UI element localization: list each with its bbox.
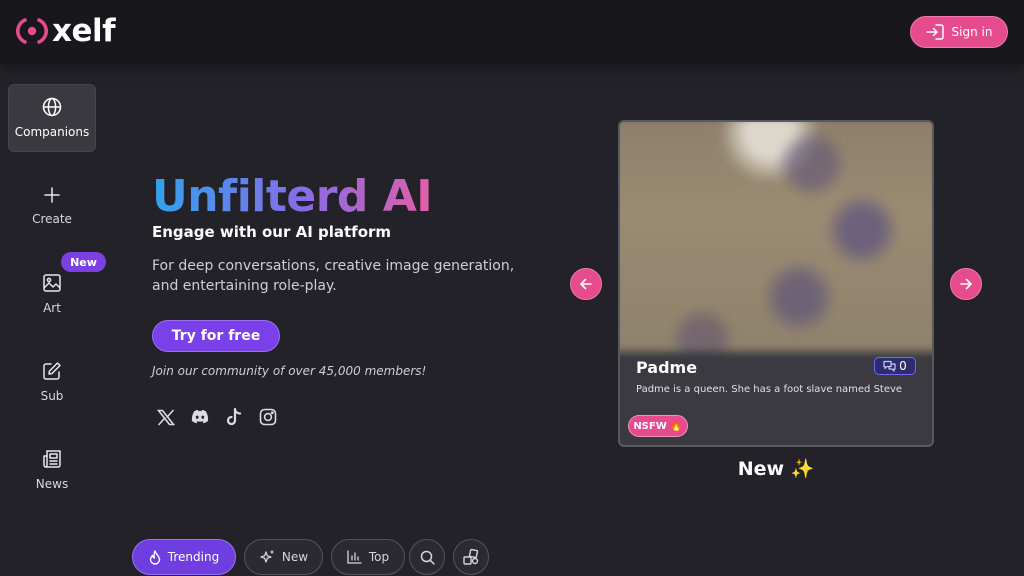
nsfw-tag: NSFW 🔥 [628, 415, 688, 437]
image-icon [43, 274, 61, 292]
arrow-left-icon [580, 278, 592, 290]
sidebar-item-label: News [35, 477, 69, 491]
message-count-badge: 0 [874, 357, 916, 375]
top-header: xelf Sign in [0, 0, 1024, 64]
brand-name: xelf [52, 13, 116, 49]
tab-label: Trending [167, 550, 220, 564]
flame-icon [149, 549, 160, 565]
sign-in-icon [925, 24, 944, 40]
logo-icon [16, 18, 48, 44]
carousel-section-label: New ✨ [737, 458, 815, 480]
plus-icon [44, 187, 60, 203]
tiktok-icon[interactable] [224, 407, 244, 427]
sidebar-item-create[interactable]: Create [8, 172, 96, 240]
new-badge: New [61, 252, 106, 272]
newspaper-icon [43, 450, 61, 468]
carousel-prev-button[interactable] [570, 268, 602, 300]
carousel-next-button[interactable] [950, 268, 982, 300]
companion-card[interactable]: Padme 0 Padme is a queen. She has a foot… [618, 120, 934, 447]
discord-icon[interactable] [190, 407, 210, 427]
social-links [156, 407, 278, 427]
sign-in-label: Sign in [951, 25, 993, 39]
x-icon[interactable] [156, 407, 176, 427]
companion-image [620, 122, 932, 352]
companion-description: Padme is a queen. She has a foot slave n… [636, 384, 903, 395]
sidebar-item-label: Art [43, 301, 61, 315]
logo[interactable]: xelf [16, 13, 116, 49]
tab-label: Top [368, 550, 390, 564]
hero-subtitle: Engage with our AI platform [152, 223, 392, 241]
tab-trending[interactable]: Trending [132, 539, 236, 575]
sidebar-item-sub[interactable]: Sub [8, 348, 96, 416]
instagram-icon[interactable] [258, 407, 278, 427]
try-for-free-button[interactable]: Try for free [152, 320, 280, 352]
globe-icon [42, 97, 62, 117]
edit-icon [43, 362, 61, 380]
community-text: Join our community of over 45,000 member… [152, 364, 427, 378]
hero-title: Unfilterd AI [152, 171, 433, 222]
search-button[interactable] [409, 539, 445, 575]
sparkles-icon [260, 550, 274, 563]
search-icon [420, 550, 435, 565]
chat-icon [883, 360, 896, 372]
tab-top[interactable]: Top [331, 539, 405, 575]
tab-new[interactable]: New [244, 539, 323, 575]
sign-in-button[interactable]: Sign in [910, 16, 1008, 48]
arrow-right-icon [960, 278, 972, 290]
hero-description: For deep conversations, creative image g… [152, 258, 515, 294]
sidebar-item-label: Sub [40, 389, 64, 403]
sidebar-item-news[interactable]: News [8, 436, 96, 504]
tab-label: New [281, 550, 309, 564]
sidebar-item-label: Companions [14, 125, 90, 139]
sidebar-item-companions[interactable]: Companions [8, 84, 96, 152]
companion-name: Padme [636, 358, 698, 377]
sidebar-item-label: Create [32, 212, 72, 226]
message-count: 0 [899, 359, 907, 373]
categories-button[interactable] [453, 539, 489, 575]
shapes-icon [463, 548, 479, 565]
bar-chart-icon [347, 550, 362, 564]
